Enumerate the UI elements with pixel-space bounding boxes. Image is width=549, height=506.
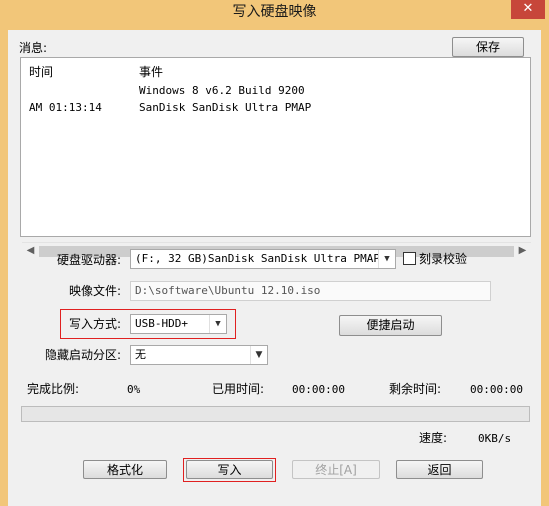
log-row-2-event: SanDisk SanDisk Ultra PMAP [139, 101, 312, 114]
dialog-client-area: 消息: 保存 时间 事件 Windows 8 v6.2 Build 9200 A… [8, 30, 541, 506]
elapsed-label: 已用时间: [212, 382, 265, 396]
image-file-label: 映像文件: [69, 284, 122, 298]
window-title: 写入硬盘映像 [232, 4, 317, 20]
remaining-value: 00:00:00 [470, 383, 523, 396]
write-button[interactable]: 写入 [186, 460, 273, 479]
verify-checkbox[interactable] [403, 252, 416, 265]
write-disk-image-dialog: 写入硬盘映像 ✕ 消息: 保存 时间 事件 Windows 8 v6.2 Bui… [0, 0, 549, 506]
drive-select-value: (F:, 32 GB)SanDisk SanDisk Ultra PMAP [135, 252, 381, 265]
back-button[interactable]: 返回 [396, 460, 483, 479]
column-header-time[interactable]: 时间 [29, 64, 53, 80]
remaining-label: 剩余时间: [389, 382, 442, 396]
format-button[interactable]: 格式化 [83, 460, 167, 479]
hidden-partition-value: 无 [135, 348, 146, 361]
title-bar: 写入硬盘映像 ✕ [0, 0, 549, 26]
hidden-partition-label: 隐藏启动分区: [45, 348, 122, 362]
write-mode-value: USB-HDD+ [135, 317, 188, 330]
chevron-down-icon[interactable]: ▼ [378, 250, 395, 268]
speed-label: 速度: [419, 431, 448, 445]
hidden-partition-select[interactable]: 无 ▼ [130, 345, 268, 365]
write-mode-label: 写入方式: [69, 317, 122, 331]
log-row-2-time: AM 01:13:14 [29, 101, 102, 114]
progress-label: 完成比例: [27, 382, 80, 396]
drive-label: 硬盘驱动器: [57, 253, 122, 267]
quick-boot-button[interactable]: 便捷启动 [339, 315, 442, 336]
progress-bar [21, 406, 530, 422]
speed-value: 0KB/s [478, 432, 512, 445]
image-file-field[interactable]: D:\software\Ubuntu 12.10.iso [130, 281, 491, 301]
write-mode-select[interactable]: USB-HDD+ ▼ [130, 314, 227, 334]
close-icon[interactable]: ✕ [511, 0, 545, 19]
verify-label[interactable]: 刻录校验 [419, 251, 467, 267]
scroll-left-icon[interactable]: ◀ [22, 243, 39, 260]
column-header-event[interactable]: 事件 [139, 64, 163, 80]
chevron-down-icon[interactable]: ▼ [209, 315, 226, 333]
save-button[interactable]: 保存 [452, 37, 524, 57]
progress-value: 0% [127, 383, 141, 396]
chevron-down-icon[interactable]: ▼ [250, 346, 267, 364]
messages-label: 消息: [19, 41, 48, 55]
message-log-list[interactable]: 时间 事件 Windows 8 v6.2 Build 9200 AM 01:13… [20, 57, 531, 259]
elapsed-value: 00:00:00 [292, 383, 345, 396]
scroll-right-icon[interactable]: ▶ [514, 243, 531, 260]
stop-button[interactable]: 终止[A] [292, 460, 380, 479]
log-row-1-event: Windows 8 v6.2 Build 9200 [139, 84, 305, 97]
drive-select[interactable]: (F:, 32 GB)SanDisk SanDisk Ultra PMAP ▼ [130, 249, 396, 269]
